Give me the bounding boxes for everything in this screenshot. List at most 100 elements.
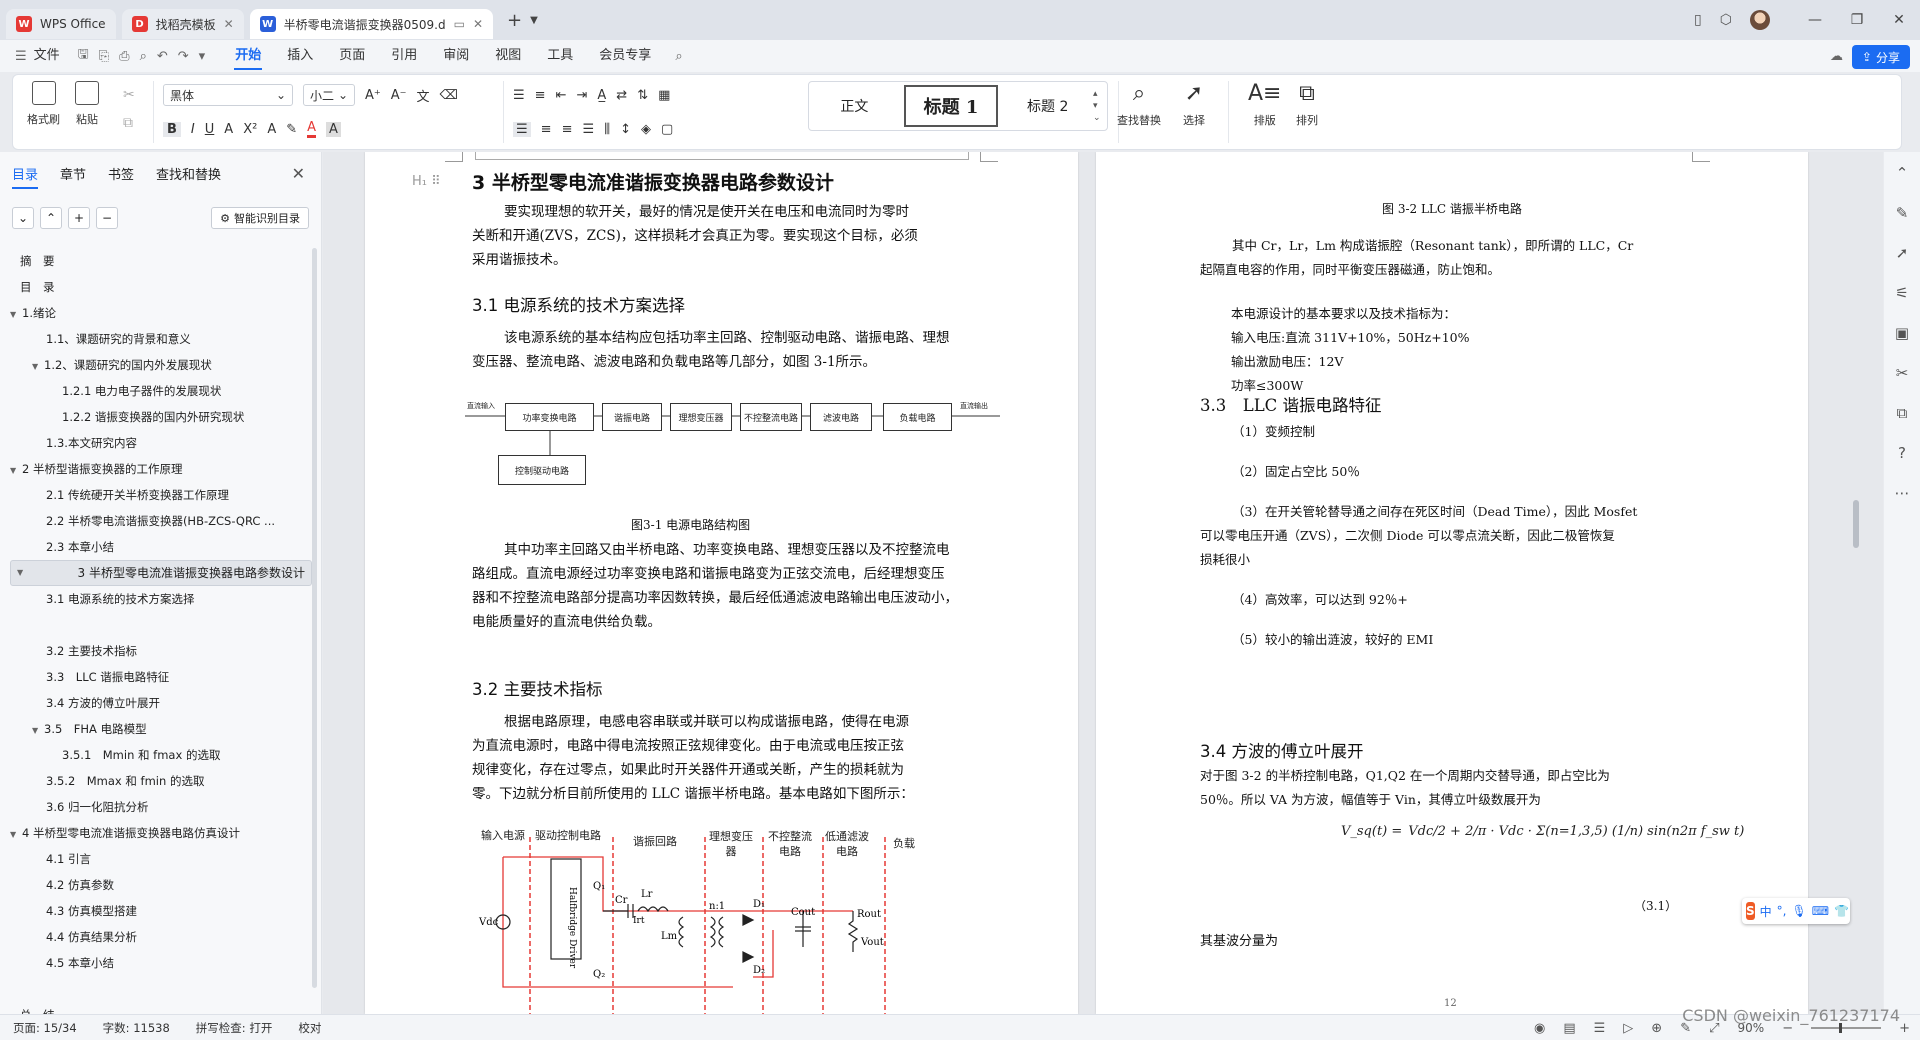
remove-icon[interactable]: − xyxy=(96,207,118,229)
toc-item[interactable] xyxy=(10,976,312,1002)
nav-tab-bookmark[interactable]: 书签 xyxy=(108,164,134,183)
menu-insert[interactable]: 插入 xyxy=(274,40,326,72)
style-heading2[interactable]: 标题 2 xyxy=(1002,96,1093,116)
style-normal[interactable]: 正文 xyxy=(809,96,900,116)
shrink-font-icon[interactable]: A⁻ xyxy=(391,88,407,103)
toc-item[interactable] xyxy=(10,612,312,638)
toc-item[interactable]: 1.3.本文研究内容 xyxy=(10,430,312,456)
heading-marker-icon[interactable]: H₁ ⠿ xyxy=(412,174,441,189)
menu-reference[interactable]: 引用 xyxy=(378,40,430,72)
number-list-icon[interactable]: ≡ xyxy=(535,88,546,103)
toc-item[interactable]: 3.5.2 Mmax 和 fmin 的选取 xyxy=(10,768,312,794)
toc-item[interactable]: 1.2.2 谐振变换器的国内外研究现状 xyxy=(10,404,312,430)
line-spacing-icon[interactable]: ↕ xyxy=(620,122,631,137)
heading-chapter-3[interactable]: 3 半桥型零电流准谐振变换器电路参数设计 xyxy=(472,168,834,195)
close-icon[interactable]: ✕ xyxy=(292,164,305,183)
toc-item[interactable]: 目 录 xyxy=(10,274,312,300)
adjust-icon[interactable]: ⚟ xyxy=(1895,284,1908,302)
toc-item[interactable]: ▼ 3 半桥型零电流准谐振变换器电路参数设计 xyxy=(10,560,312,586)
border-icon[interactable]: ▢ xyxy=(661,122,673,137)
menu-review[interactable]: 审阅 xyxy=(430,40,482,72)
pen-icon[interactable]: ✎ xyxy=(1896,204,1909,222)
expand-arrow-icon[interactable]: ▼ xyxy=(10,458,22,482)
indent-icon[interactable]: ⇥ xyxy=(576,88,587,103)
redo-icon[interactable]: ↷ xyxy=(173,49,194,64)
body-paragraph[interactable]: 其中 Cr，Lr，Lm 构成谐振腔（Resonant tank），即所谓的 LL… xyxy=(1200,234,1720,282)
bullet-list-icon[interactable]: ☰ xyxy=(513,88,525,103)
collapse-icon[interactable]: ⌄ xyxy=(12,207,34,229)
body-paragraph[interactable]: 对于图 3-2 的半桥控制电路，Q1,Q2 在一个周期内交替导通，即占空比为 5… xyxy=(1200,764,1725,812)
cloud-icon[interactable]: ☁ xyxy=(1825,49,1848,64)
font-size-select[interactable]: 小二 ⌄ xyxy=(303,84,355,106)
feature-list[interactable]: （1）变频控制 （2）固定占空比 50％ （3）在开关管轮替导通之间存在死区时间… xyxy=(1200,420,1725,652)
document-scrollbar[interactable] xyxy=(1852,152,1860,1014)
menu-page[interactable]: 页面 xyxy=(326,40,378,72)
heading-3-3[interactable]: 3.3 LLC 谐振电路特征 xyxy=(1200,392,1382,416)
toc-item[interactable]: 3.1 电源系统的技术方案选择 xyxy=(10,586,312,612)
chevron-down-icon[interactable]: ▼ xyxy=(530,15,538,26)
more-icon[interactable]: ▾ xyxy=(194,49,211,64)
expand-arrow-icon[interactable]: ▼ xyxy=(17,561,29,585)
equation[interactable]: V_sq(t) = Vdc/2 + 2/π · Vdc · Σ(n=1,3,5)… xyxy=(1341,824,1744,839)
strikethrough-icon[interactable]: A xyxy=(224,122,233,137)
swap-icon[interactable]: ⇄ xyxy=(616,88,627,103)
body-paragraph[interactable]: 要实现理想的软开关，最好的情况是使开关在电压和电流同时为零时 关断和开通(ZVS… xyxy=(472,200,992,272)
tab-wps-office[interactable]: W WPS Office xyxy=(6,9,116,39)
tab-template[interactable]: D 找稻壳模板 ✕ xyxy=(121,9,244,39)
proofread[interactable]: 校对 xyxy=(285,1020,334,1036)
close-window-icon[interactable]: ✕ xyxy=(1878,12,1920,28)
toc-item[interactable]: 3.4 方波的傅立叶展开 xyxy=(10,690,312,716)
chinese-layout-icon[interactable]: A̲ xyxy=(597,88,606,103)
highlight-icon[interactable]: ✎ xyxy=(286,122,297,137)
shading-icon[interactable]: ◈ xyxy=(641,122,651,137)
nav-tab-find[interactable]: 查找和替换 xyxy=(156,164,221,183)
share-button[interactable]: ⇪ 分享 xyxy=(1851,45,1910,69)
toc-item[interactable]: 4.3 仿真模型搭建 xyxy=(10,898,312,924)
translate-icon[interactable]: ⧉ xyxy=(1897,404,1908,422)
smart-toc-button[interactable]: ⚙ 智能识别目录 xyxy=(211,207,309,229)
align-left-icon[interactable]: ☰ xyxy=(513,121,531,137)
format-painter-button[interactable]: 格式刷 xyxy=(27,81,60,127)
body-paragraph[interactable]: 该电源系统的基本结构应包括功率主回路、控制驱动电路、谐振电路、理想 变压器、整流… xyxy=(472,326,992,374)
italic-icon[interactable]: I xyxy=(191,122,195,137)
nav-tab-toc[interactable]: 目录 xyxy=(12,164,39,189)
select-button[interactable]: ➚ 选择 xyxy=(1183,81,1205,128)
toc-item[interactable]: 2.1 传统硬开关半桥变换器工作原理 xyxy=(10,482,312,508)
phonetic-icon[interactable]: 文 xyxy=(417,86,430,105)
close-icon[interactable]: ✕ xyxy=(224,17,234,31)
toc-item[interactable]: 3.2 主要技术指标 xyxy=(10,638,312,664)
nav-tab-chapter[interactable]: 章节 xyxy=(60,164,86,183)
keyboard-icon[interactable]: ⌨ xyxy=(1812,904,1829,918)
page-indicator[interactable]: 页面: 15/34 xyxy=(0,1020,90,1036)
menu-view[interactable]: 视图 xyxy=(482,40,534,72)
expand-arrow-icon[interactable]: ▼ xyxy=(10,302,22,326)
ime-punct-icon[interactable]: °, xyxy=(1777,904,1787,918)
show-marks-icon[interactable]: ▦ xyxy=(658,88,670,103)
cube-icon[interactable]: ⬡ xyxy=(1720,12,1732,28)
tab-document[interactable]: W 半桥零电流谐振变换器0509.d ▭ ✕ xyxy=(249,9,494,39)
expand-arrow-icon[interactable]: ▼ xyxy=(32,718,44,742)
body-paragraph[interactable]: 其中功率主回路又由半桥电路、功率变换电路、理想变压器以及不控整流电 路组成。直流… xyxy=(472,538,997,634)
heading-3-4[interactable]: 3.4 方波的傅立叶展开 xyxy=(1200,738,1364,762)
style-scroll[interactable]: ▴ ▾ ⌄ xyxy=(1093,88,1107,124)
text-effect-icon[interactable]: A xyxy=(267,122,276,137)
toc-item[interactable]: 3.5.1 Mmin 和 fmax 的选取 xyxy=(10,742,312,768)
expand-icon[interactable]: ⌃ xyxy=(40,207,62,229)
toc-item[interactable]: 1.2.1 电力电子器件的发展现状 xyxy=(10,378,312,404)
body-paragraph[interactable]: 其基波分量为 xyxy=(1200,930,1278,954)
eye-icon[interactable]: ◉ xyxy=(1534,1021,1545,1036)
zoom-slider[interactable] xyxy=(1811,1023,1882,1033)
justify-icon[interactable]: ☰ xyxy=(582,122,594,137)
copy-icon[interactable]: ⧉ xyxy=(123,109,135,137)
toc-item[interactable]: 3.6 归一化阻抗分析 xyxy=(10,794,312,820)
menu-icon[interactable]: ☰ xyxy=(10,49,32,64)
menu-file[interactable]: 文件 xyxy=(32,40,73,72)
toc-item[interactable]: 2.3 本章小结 xyxy=(10,534,312,560)
toc-item[interactable]: ▼ 2 半桥型谐振变换器的工作原理 xyxy=(10,456,312,482)
clear-format-icon[interactable]: ⌫ xyxy=(440,88,458,103)
ime-chinese-icon[interactable]: 中 xyxy=(1760,903,1772,920)
toc-item[interactable]: 4.5 本章小结 xyxy=(10,950,312,976)
page-view-icon[interactable]: ▤ xyxy=(1563,1021,1575,1036)
menu-tools[interactable]: 工具 xyxy=(534,40,586,72)
sort-icon[interactable]: ⇅ xyxy=(637,88,648,103)
